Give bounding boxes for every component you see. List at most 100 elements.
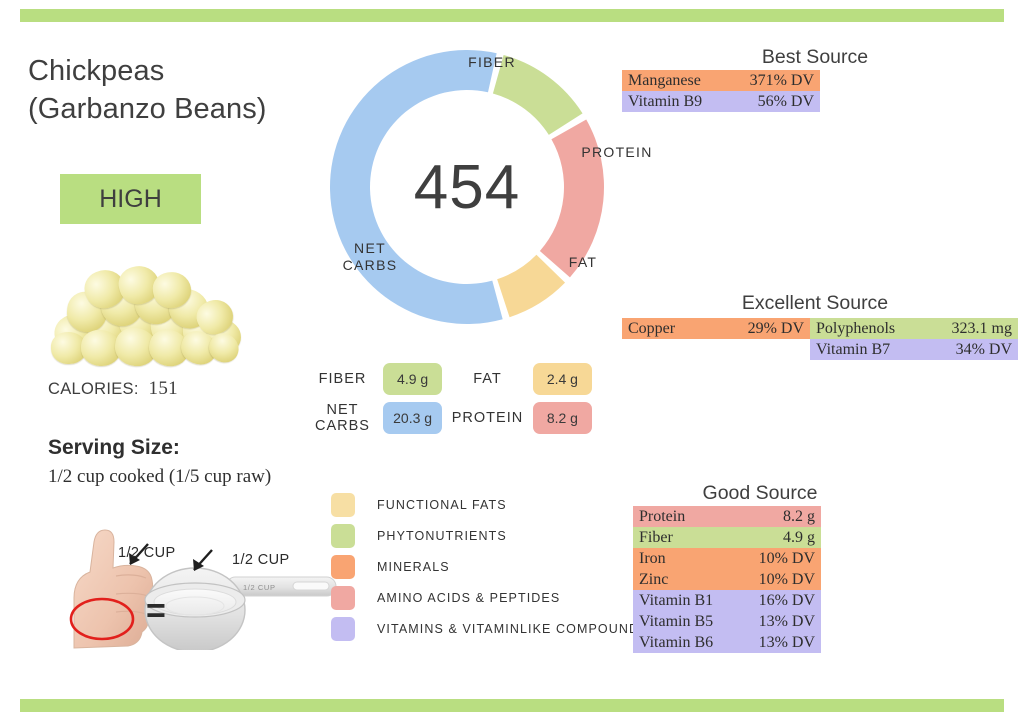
nutrient-name: Polyphenols xyxy=(816,319,896,337)
legend-item-label: AMINO ACIDS & PEPTIDES xyxy=(377,590,561,605)
hand-and-cup-svg: 1/2 CUP xyxy=(69,529,337,653)
good-source-row: Fiber 4.9 g xyxy=(633,527,821,548)
cup-handle-label: 1/2 CUP xyxy=(243,583,276,592)
good-source-row: Protein 8.2 g xyxy=(633,506,821,527)
macro-label-net-carbs-line1: NET xyxy=(326,402,359,418)
equals-sign: = xyxy=(146,592,166,630)
calories-label: CALORIES: xyxy=(48,380,139,398)
legend-color-swatch xyxy=(331,616,355,641)
macro-label-fat: FAT xyxy=(473,371,502,387)
excellent-source-row: Polyphenols 323.1 mg xyxy=(810,318,1018,339)
nutrient-name: Vitamin B5 xyxy=(639,612,714,630)
top-divider-bar xyxy=(20,9,1004,22)
macro-row: NET CARBS 20.3 g PROTEIN 8.2 g xyxy=(310,402,600,434)
nutrient-name: Fiber xyxy=(639,528,673,546)
legend-color-swatch xyxy=(331,523,355,548)
serving-illustration: 1/2 CUP xyxy=(60,520,350,653)
nutrient-name: Vitamin B1 xyxy=(639,591,714,609)
legend-color-swatch xyxy=(331,554,355,579)
donut-label-net-carbs: NET CARBS xyxy=(330,240,410,274)
status-badge-label: HIGH xyxy=(99,184,162,213)
donut-center-value: 454 xyxy=(413,152,521,222)
macro-values-grid: FIBER 4.9 g FAT 2.4 g NET CARBS 20.3 g P… xyxy=(310,363,600,441)
donut-label-net-carbs-line2: CARBS xyxy=(342,257,398,273)
cup-portion-note: 1/2 CUP xyxy=(232,552,290,568)
status-badge: HIGH xyxy=(60,174,201,224)
nutrient-value: 29% DV xyxy=(747,319,804,337)
legend-item-label: FUNCTIONAL FATS xyxy=(377,497,507,512)
page-title: Chickpeas (Garbanzo Beans) xyxy=(28,52,328,128)
macro-label-net-carbs: NET CARBS xyxy=(310,402,375,434)
legend-item: PHYTONUTRIENTS xyxy=(331,520,649,551)
macro-value-fat: 2.4 g xyxy=(532,363,593,395)
title-line-2: (Garbanzo Beans) xyxy=(28,93,267,125)
donut-label-fiber: FIBER xyxy=(468,54,516,70)
good-source-heading: Good Source xyxy=(702,482,818,504)
legend-item-label: VITAMINS & VITAMINLIKE COMPOUNDS xyxy=(377,621,649,636)
infographic-page: Chickpeas (Garbanzo Beans) HIGH CALORIES… xyxy=(0,0,1024,721)
macro-label-protein: PROTEIN xyxy=(451,410,524,426)
macronutrient-donut-chart: 454 FIBER PROTEIN FAT NET CARBS xyxy=(302,32,651,342)
donut-label-protein: PROTEIN xyxy=(581,144,653,160)
best-source-row: Vitamin B9 56% DV xyxy=(622,91,820,112)
macro-value-net-carbs: 20.3 g xyxy=(382,402,443,434)
legend-item: AMINO ACIDS & PEPTIDES xyxy=(331,582,649,613)
excellent-source-heading: Excellent Source xyxy=(741,292,889,314)
macro-value-fiber: 4.9 g xyxy=(382,363,443,395)
legend-item: FUNCTIONAL FATS xyxy=(331,489,649,520)
excellent-source-row: Vitamin B7 34% DV xyxy=(810,339,1018,360)
macro-row: FIBER 4.9 g FAT 2.4 g xyxy=(310,363,600,395)
measuring-cup-icon: 1/2 CUP xyxy=(144,567,337,653)
nutrient-value: 13% DV xyxy=(758,612,815,630)
excellent-source-table-right: Polyphenols 323.1 mg Vitamin B7 34% DV xyxy=(810,318,1018,360)
nutrient-name: Zinc xyxy=(639,570,669,588)
excellent-source-table-left: Copper 29% DV xyxy=(622,318,810,339)
legend-item: MINERALS xyxy=(331,551,649,582)
calories-line: CALORIES: 151 xyxy=(48,378,178,400)
good-source-row: Vitamin B5 13% DV xyxy=(633,611,821,632)
good-source-row: Iron 10% DV xyxy=(633,548,821,569)
nutrient-name: Protein xyxy=(639,507,686,525)
legend-color-swatch xyxy=(331,585,355,610)
donut-label-fat: FAT xyxy=(568,254,598,270)
legend-color-swatch xyxy=(331,492,355,517)
nutrient-name: Vitamin B6 xyxy=(639,633,714,651)
nutrient-name: Vitamin B7 xyxy=(816,340,891,358)
donut-label-net-carbs-line1: NET xyxy=(354,240,386,256)
best-source-heading: Best Source xyxy=(761,46,869,68)
nutrient-value: 323.1 mg xyxy=(951,319,1012,337)
excellent-source-row: Copper 29% DV xyxy=(622,318,810,339)
category-legend: FUNCTIONAL FATS PHYTONUTRIENTS MINERALS AMI… xyxy=(331,489,649,644)
nutrient-name: Iron xyxy=(639,549,666,567)
nutrient-value: 16% DV xyxy=(758,591,815,609)
macro-label-net-carbs-line2: CARBS xyxy=(315,418,370,434)
chickpeas-photo xyxy=(45,261,245,372)
nutrient-value: 10% DV xyxy=(758,549,815,567)
serving-size-text: 1/2 cup cooked (1/5 cup raw) xyxy=(48,466,272,487)
nutrient-value: 34% DV xyxy=(955,340,1012,358)
nutrient-name: Copper xyxy=(628,319,676,337)
nutrient-name: Vitamin B9 xyxy=(628,92,703,110)
good-source-row: Vitamin B6 13% DV xyxy=(633,632,821,653)
nutrient-value: 4.9 g xyxy=(783,528,815,546)
good-source-row: Vitamin B1 16% DV xyxy=(633,590,821,611)
nutrient-value: 10% DV xyxy=(758,570,815,588)
nutrient-value: 13% DV xyxy=(758,633,815,651)
best-source-table: Manganese 371% DV Vitamin B9 56% DV xyxy=(622,70,820,112)
macro-value-protein: 8.2 g xyxy=(532,402,593,434)
nutrient-value: 371% DV xyxy=(749,71,814,89)
hand-portion-note: 1/2 CUP xyxy=(118,545,176,561)
legend-item: VITAMINS & VITAMINLIKE COMPOUNDS xyxy=(331,613,649,644)
serving-size-title: Serving Size: xyxy=(48,436,180,459)
legend-item-label: MINERALS xyxy=(377,559,450,574)
macro-label-fiber: FIBER xyxy=(318,371,367,387)
nutrient-name: Manganese xyxy=(628,71,701,89)
bottom-divider-bar xyxy=(20,699,1004,712)
good-source-table: Protein 8.2 g Fiber 4.9 g Iron 10% DV Zinc 10% … xyxy=(633,506,821,653)
nutrient-value: 8.2 g xyxy=(783,507,815,525)
best-source-row: Manganese 371% DV xyxy=(622,70,820,91)
calories-value: 151 xyxy=(148,378,178,399)
nutrient-value: 56% DV xyxy=(757,92,814,110)
legend-item-label: PHYTONUTRIENTS xyxy=(377,528,507,543)
title-line-1: Chickpeas xyxy=(28,55,165,87)
